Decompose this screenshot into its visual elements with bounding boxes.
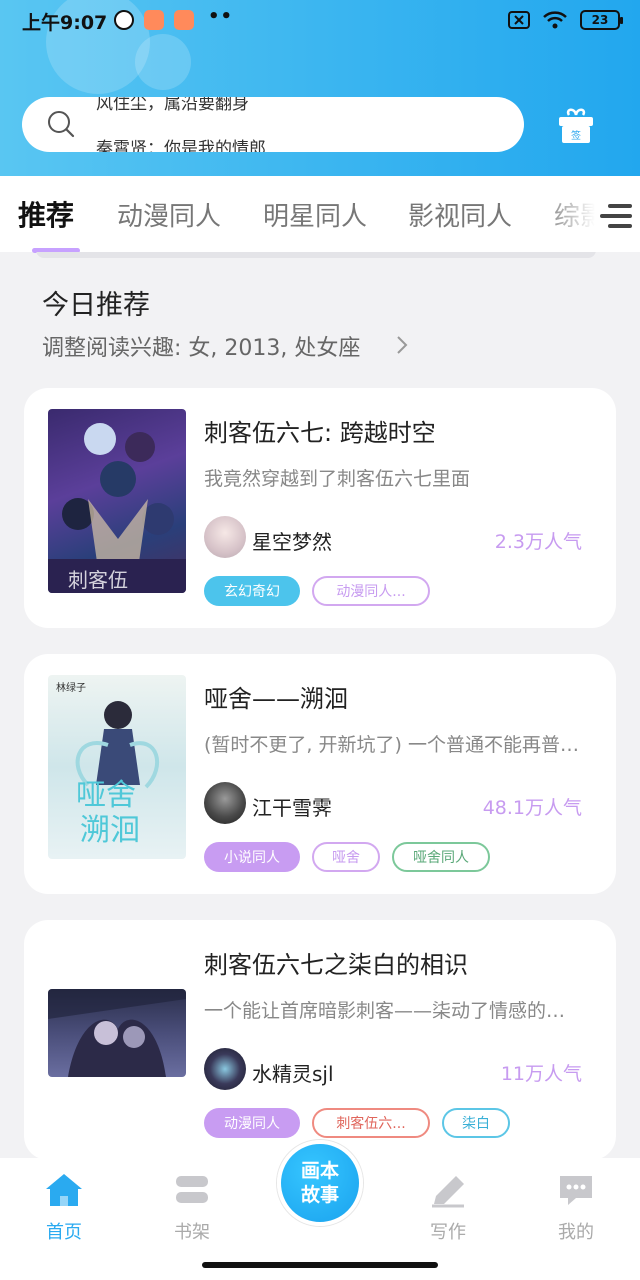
- tag[interactable]: 小说同人: [204, 842, 300, 872]
- home-icon: [46, 1174, 82, 1206]
- more-notifications-icon: ••: [208, 6, 234, 27]
- pen-icon: [432, 1176, 464, 1208]
- author-avatar: [204, 1048, 246, 1090]
- book-card[interactable]: 哑舍 溯洄 林绿子 哑舍——溯洄 (暂时不更了, 开新坑了) 一个普通不能再普通…: [24, 654, 616, 894]
- category-menu-icon[interactable]: [598, 200, 634, 232]
- chevron-right-icon: [397, 336, 408, 354]
- book-cover: 刺客伍: [48, 409, 186, 593]
- sign-in-gift-icon[interactable]: 签: [556, 106, 596, 146]
- tab-celebrity-fanfic[interactable]: 明星同人: [263, 196, 367, 233]
- book-title: 刺客伍六七之柒白的相识: [204, 951, 468, 979]
- author-avatar: [204, 516, 246, 558]
- tag[interactable]: 哑舍: [312, 842, 380, 872]
- wifi-icon: [543, 11, 567, 29]
- tab-recommend[interactable]: 推荐: [18, 194, 74, 234]
- decorative-bubble: [135, 34, 191, 90]
- book-title: 哑舍——溯洄: [204, 685, 348, 713]
- author-name: 水精灵sjl: [252, 1062, 334, 1086]
- book-description: (暂时不更了, 开新坑了) 一个普通不能再普通的少女……: [204, 734, 584, 756]
- search-suggestion: 风住尘，属沿要翻身: [96, 97, 249, 114]
- author-avatar: [204, 782, 246, 824]
- cover-illustration: 刺客伍: [48, 423, 186, 593]
- book-card[interactable]: 刺客伍六七之柒白的相识 一个能让首席暗影刺客——柒动了情感的女孩…… 水精灵sj…: [24, 920, 616, 1160]
- book-cover: 哑舍 溯洄 林绿子: [48, 675, 186, 859]
- status-right: 23: [508, 9, 623, 31]
- svg-text:哑舍: 哑舍: [76, 778, 136, 813]
- tag[interactable]: 动漫同人: [204, 1108, 300, 1138]
- nav-bookshelf[interactable]: 书架: [157, 1172, 227, 1244]
- book-cover: [48, 989, 186, 1077]
- tab-film-fanfic[interactable]: 影视同人: [408, 196, 512, 233]
- battery-icon: 23: [580, 10, 623, 30]
- book-description: 一个能让首席暗影刺客——柒动了情感的女孩……: [204, 1000, 584, 1022]
- book-title: 刺客伍六七: 跨越时空: [204, 419, 436, 447]
- nav-write-label: 写作: [430, 1222, 466, 1243]
- no-sim-icon: [508, 11, 530, 29]
- search-bar[interactable]: 风住尘，属沿要翻身 秦霄贤：你是我的情郎: [22, 97, 524, 152]
- nav-bookshelf-label: 书架: [174, 1222, 210, 1243]
- category-tabs: 推荐 动漫同人 明星同人 影视同人 综影: [0, 176, 640, 253]
- status-time: 上午9:07: [22, 12, 108, 34]
- battery-level: 23: [591, 13, 609, 27]
- tag[interactable]: 玄幻奇幻: [204, 576, 300, 606]
- nav-home[interactable]: 首页: [29, 1172, 99, 1244]
- author-name: 江干雪霁: [252, 796, 332, 820]
- bookshelf-icon: [176, 1176, 208, 1203]
- qq-icon: [114, 10, 134, 30]
- create-story-button[interactable]: 画本故事: [277, 1140, 363, 1226]
- popularity-count: 2.3万人气: [494, 531, 582, 553]
- tag[interactable]: 柒白: [442, 1108, 510, 1138]
- app-header: 上午9:07 •• 23 风住尘，属沿要翻身 秦霄贤：你是我的情郎 签: [0, 0, 640, 176]
- status-bar: 上午9:07 •• 23: [0, 0, 640, 40]
- nav-profile-label: 我的: [558, 1222, 594, 1243]
- shopping-bag-icon: [174, 10, 194, 30]
- tab-anime-fanfic[interactable]: 动漫同人: [117, 196, 221, 233]
- search-suggestion: 秦霄贤：你是我的情郎: [96, 139, 266, 152]
- home-indicator: [202, 1262, 438, 1268]
- tag[interactable]: 刺客伍六...: [312, 1108, 430, 1138]
- book-card[interactable]: 刺客伍 刺客伍六七: 跨越时空 我竟然穿越到了刺客伍六七里面 星空梦然 2.3万…: [24, 388, 616, 628]
- nav-home-label: 首页: [46, 1222, 82, 1243]
- shopping-bag-icon: [144, 10, 164, 30]
- svg-text:刺客伍: 刺客伍: [68, 568, 128, 592]
- nav-write[interactable]: 写作: [413, 1172, 483, 1244]
- cover-text: 林绿子: [56, 681, 86, 694]
- tag[interactable]: 哑舍同人: [392, 842, 490, 872]
- book-description: 我竟然穿越到了刺客伍六七里面: [204, 468, 471, 490]
- popularity-count: 48.1万人气: [482, 797, 582, 819]
- reading-interest-link[interactable]: 调整阅读兴趣: 女, 2013, 处女座: [42, 330, 360, 362]
- cover-illustration: [48, 989, 186, 1077]
- svg-text:溯洄: 溯洄: [80, 813, 140, 848]
- banner-peek: [36, 252, 596, 260]
- section-title: 今日推荐: [42, 290, 150, 321]
- popularity-count: 11万人气: [500, 1063, 582, 1085]
- author-name: 星空梦然: [252, 530, 332, 554]
- cover-illustration: 哑舍 溯洄 林绿子: [56, 681, 160, 848]
- svg-text:签: 签: [571, 129, 581, 142]
- chat-bubble-icon: [560, 1176, 592, 1205]
- create-story-label: 画本故事: [300, 1160, 339, 1206]
- tag[interactable]: 动漫同人...: [312, 576, 430, 606]
- search-icon: [48, 111, 75, 138]
- nav-profile[interactable]: 我的: [541, 1172, 611, 1244]
